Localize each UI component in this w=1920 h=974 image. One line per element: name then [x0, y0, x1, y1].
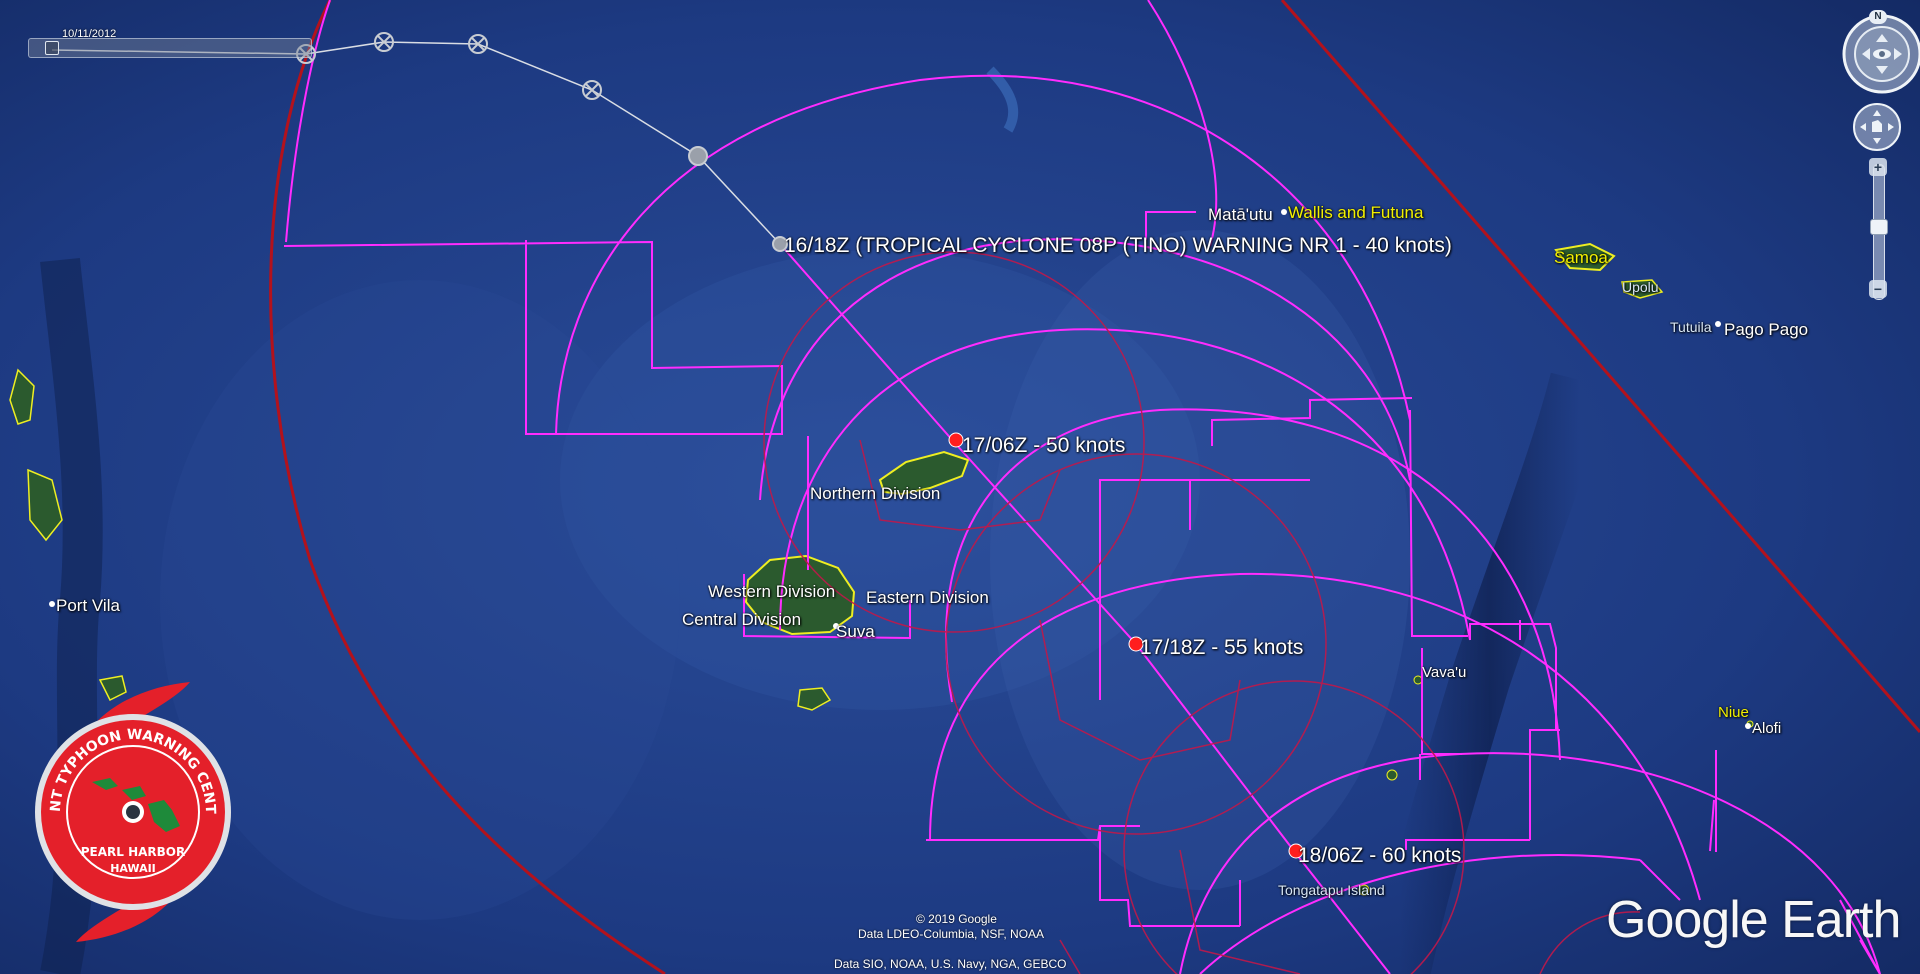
- place-label-port-vila[interactable]: Port Vila: [56, 596, 120, 616]
- navigation-compass-icon[interactable]: [1838, 12, 1920, 94]
- place-label-alofi[interactable]: Alofi: [1752, 720, 1781, 737]
- google-earth-logo: Google Earth: [1606, 891, 1901, 949]
- danger-area-boundary-east: [1280, 0, 1920, 733]
- zoom-in-button[interactable]: +: [1869, 158, 1887, 176]
- place-label-central-division[interactable]: Central Division: [682, 610, 801, 630]
- place-label-suva[interactable]: Suva: [836, 622, 875, 642]
- place-label-niue[interactable]: Niue: [1718, 704, 1749, 721]
- place-label-western-division[interactable]: Western Division: [708, 582, 835, 602]
- past-track-line: [51, 41, 781, 245]
- place-label-northern-division[interactable]: Northern Division: [810, 484, 940, 504]
- past-position-marker: [688, 146, 708, 166]
- danger-area-boundary: [269, 0, 666, 974]
- forecast-label-17-18z: 17/18Z - 55 knots: [1140, 636, 1304, 659]
- compass-north-indicator[interactable]: N: [1869, 10, 1887, 24]
- time-slider-handle[interactable]: [45, 41, 59, 55]
- place-label-samoa[interactable]: Samoa: [1554, 248, 1608, 268]
- place-label-upolu[interactable]: Upolu: [1622, 279, 1659, 295]
- data-credit-1: Data LDEO-Columbia, NSF, NOAA: [858, 927, 1045, 941]
- zoom-slider-knob[interactable]: [1870, 219, 1888, 235]
- place-label-wallis-futuna[interactable]: Wallis and Futuna: [1288, 203, 1423, 223]
- jtwc-logo: JOINT TYPHOON WARNING CENTER PEARL HARBO…: [30, 676, 231, 942]
- past-position-marker: [582, 80, 602, 100]
- copyright-text: © 2019 Google: [916, 912, 997, 926]
- place-pins: [49, 209, 1751, 729]
- cyclone-symbol-icon: [948, 432, 964, 448]
- cyclone-warning-overlay: [49, 0, 1920, 974]
- warning-header-label: 16/18Z (TROPICAL CYCLONE 08P (TINO) WARN…: [784, 234, 1452, 257]
- forecast-label-17-06z: 17/06Z - 50 knots: [962, 434, 1126, 457]
- place-label-vavau[interactable]: Vava'u: [1422, 664, 1466, 681]
- wind-radii-arcs: [283, 0, 1881, 974]
- logo-line2: HAWAII: [110, 862, 156, 875]
- data-credit-2: Data SIO, NOAA, U.S. Navy, NGA, GEBCO: [834, 957, 1067, 971]
- look-around-joystick-icon[interactable]: [1852, 102, 1902, 152]
- place-label-tongatapu[interactable]: Tongatapu Island: [1278, 882, 1385, 898]
- inner-wind-rings: [763, 251, 1641, 974]
- place-label-eastern-division[interactable]: Eastern Division: [866, 588, 989, 608]
- past-track-markers: [296, 32, 788, 252]
- logo-line1: PEARL HARBOR: [81, 845, 186, 859]
- place-label-pago-pago[interactable]: Pago Pago: [1724, 320, 1808, 340]
- place-label-tutuila[interactable]: Tutuila: [1670, 319, 1712, 335]
- zoom-out-button[interactable]: −: [1869, 280, 1887, 298]
- time-slider[interactable]: [28, 38, 312, 58]
- forecast-label-18-06z: 18/06Z - 60 knots: [1298, 844, 1462, 867]
- place-label-matautu[interactable]: Matā'utu: [1208, 205, 1273, 225]
- google-earth-view[interactable]: 16/18Z (TROPICAL CYCLONE 08P (TINO) WARN…: [0, 0, 1920, 974]
